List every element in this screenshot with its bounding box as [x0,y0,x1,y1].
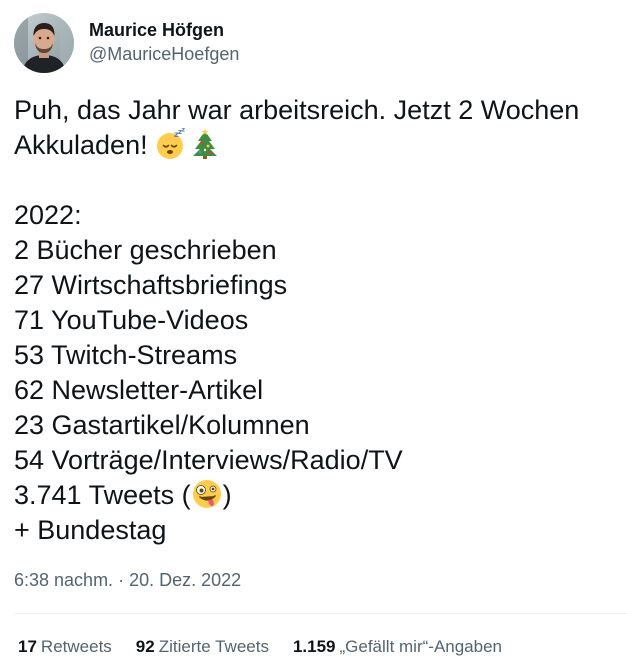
tweet-text: Puh, das Jahr war arbeitsreich. Jetzt 2 … [14,93,619,548]
svg-text:z: z [182,128,186,134]
likes-label: „Gefällt mir“-Angaben [339,637,503,656]
list-item: 54 Vorträge/Interviews/Radio/TV [14,445,403,475]
list-item: 2 Bücher geschrieben [14,235,277,265]
quote-tweets-stat[interactable]: 92 Zitierte Tweets [136,636,269,658]
likes-count: 1.159 [292,637,336,656]
list-item: 23 Gastartikel/Kolumnen [14,410,310,440]
tweet: Maurice Höfgen @MauriceHoefgen Puh, das … [0,0,627,667]
tweets-count-suffix: ) [222,480,232,510]
zany-face-emoji [191,478,223,510]
tweet-timestamp: 6:38 nachm. · 20. Dez. 2022 [14,568,241,592]
tweet-time[interactable]: 6:38 nachm. [14,570,113,590]
retweets-label: Retweets [40,637,112,656]
likes-stat[interactable]: 1.159 „Gefällt mir“-Angaben [293,636,502,658]
user-handle[interactable]: @MauriceHoefgen [89,42,239,66]
avatar[interactable] [14,13,74,73]
tweet-text-line: Puh, das Jahr war arbeitsreich. Jetzt 2 … [14,95,580,125]
retweets-count: 17 [18,637,37,656]
retweets-stat[interactable]: 17 Retweets [18,636,112,658]
user-names: Maurice Höfgen @MauriceHoefgen [89,18,239,66]
tweet-text-line: Akkuladen! z z z [14,127,619,163]
timestamp-separator: · [113,570,130,590]
quotes-label: Zitierte Tweets [158,637,269,656]
list-item: + Bundestag [14,515,167,545]
sleeping-face-emoji: z z z [155,127,187,160]
tweet-text-fragment: Akkuladen! [14,130,148,160]
divider [14,613,627,614]
year-heading: 2022: [14,200,82,230]
tweet-date[interactable]: 20. Dez. 2022 [129,570,241,590]
tweet-stats: 17 Retweets 92 Zitierte Tweets 1.159 „Gefäl… [18,636,526,658]
tweet-header: Maurice Höfgen @MauriceHoefgen [14,13,239,73]
list-item: 3.741 Tweets ( ) [14,478,619,513]
quotes-count: 92 [135,637,155,656]
list-item: 71 YouTube-Videos [14,305,249,335]
christmas-tree-emoji [189,128,221,160]
list-item: 27 Wirtschaftsbriefings [14,270,288,300]
list-item: 62 Newsletter-Artikel [14,375,264,405]
display-name[interactable]: Maurice Höfgen [89,18,239,42]
list-item: 53 Twitch-Streams [14,340,238,370]
tweets-count-text: 3.741 Tweets ( [14,480,191,510]
